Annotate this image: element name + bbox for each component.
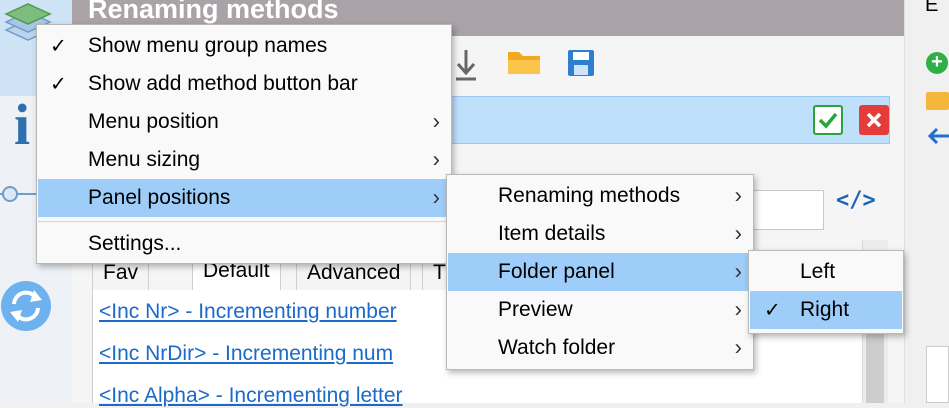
menu-item-show-menu-group-names[interactable]: ✓ Show menu group names: [38, 27, 450, 65]
menu-item-panel-positions[interactable]: Panel positions ›: [38, 179, 450, 217]
menu-item-label: Preview: [498, 298, 573, 321]
menu-item-label: Renaming methods: [498, 184, 681, 207]
menu-item-label: Settings...: [88, 232, 182, 255]
method-link-inc-nr[interactable]: <Inc Nr> - Incrementing number: [99, 300, 397, 324]
menu-item-renaming-methods[interactable]: Renaming methods ›: [448, 177, 752, 215]
submenu-arrow-icon: ›: [734, 296, 742, 322]
right-panel-view: [926, 346, 949, 403]
menu-item-label: Menu sizing: [88, 148, 201, 171]
info-icon[interactable]: i: [14, 96, 30, 154]
menu-item-item-details[interactable]: Item details ›: [448, 215, 752, 253]
reject-button[interactable]: [859, 105, 889, 135]
check-icon: ✓: [764, 299, 781, 322]
save-icon[interactable]: [566, 48, 596, 78]
check-icon: ✓: [50, 35, 67, 58]
method-link-inc-nrdir[interactable]: <Inc NrDir> - Incrementing num: [99, 342, 393, 366]
submenu-arrow-icon: ›: [734, 258, 742, 284]
menu-item-menu-position[interactable]: Menu position ›: [38, 103, 450, 141]
folder-icon[interactable]: [926, 92, 949, 110]
back-arrow-icon[interactable]: [926, 126, 949, 146]
menu-item-menu-sizing[interactable]: Menu sizing ›: [38, 141, 450, 179]
add-icon[interactable]: +: [926, 52, 948, 74]
slider-icon[interactable]: [0, 176, 40, 216]
refresh-icon[interactable]: [0, 276, 56, 336]
menu-item-right[interactable]: ✓ Right: [750, 291, 902, 329]
submenu-arrow-icon: ›: [734, 182, 742, 208]
right-panel-label: E: [925, 0, 939, 16]
menu-item-folder-panel[interactable]: Folder panel ›: [448, 253, 752, 291]
code-icon[interactable]: </>: [836, 188, 876, 213]
view-options-menu: ✓ Show menu group names ✓ Show add metho…: [36, 24, 452, 264]
menu-item-label: Folder panel: [498, 260, 615, 283]
menu-item-label: Menu position: [88, 110, 219, 133]
submenu-arrow-icon: ›: [734, 220, 742, 246]
menu-item-show-add-method-button-bar[interactable]: ✓ Show add method button bar: [38, 65, 450, 103]
menu-item-label: Panel positions: [88, 186, 231, 209]
menu-item-watch-folder[interactable]: Watch folder ›: [448, 329, 752, 367]
menu-item-settings[interactable]: Settings...: [38, 225, 450, 263]
panel-positions-submenu: Renaming methods › Item details › Folder…: [446, 174, 754, 370]
submenu-arrow-icon: ›: [734, 334, 742, 360]
download-icon[interactable]: [452, 48, 480, 82]
menu-item-label: Show menu group names: [88, 34, 328, 57]
check-icon: ✓: [50, 73, 67, 96]
expression-input[interactable]: [748, 190, 824, 230]
submenu-arrow-icon: ›: [432, 146, 440, 172]
menu-item-label: Item details: [498, 222, 606, 245]
menu-item-label: Left: [800, 260, 836, 283]
open-folder-icon[interactable]: [506, 46, 542, 78]
menu-item-left[interactable]: Left: [750, 253, 902, 291]
menu-item-label: Right: [800, 298, 850, 321]
method-link-inc-alpha[interactable]: <Inc Alpha> - Incrementing letter: [99, 384, 403, 408]
panel-title: Renaming methods: [88, 0, 339, 24]
menu-separator: [38, 221, 450, 222]
menu-item-preview[interactable]: Preview ›: [448, 291, 752, 329]
menu-item-label: Watch folder: [498, 336, 616, 359]
submenu-arrow-icon: ›: [432, 184, 440, 210]
menu-item-label: Show add method button bar: [88, 72, 358, 95]
folder-panel-submenu: Left ✓ Right: [748, 250, 904, 334]
accept-button[interactable]: [813, 105, 843, 135]
submenu-arrow-icon: ›: [432, 108, 440, 134]
